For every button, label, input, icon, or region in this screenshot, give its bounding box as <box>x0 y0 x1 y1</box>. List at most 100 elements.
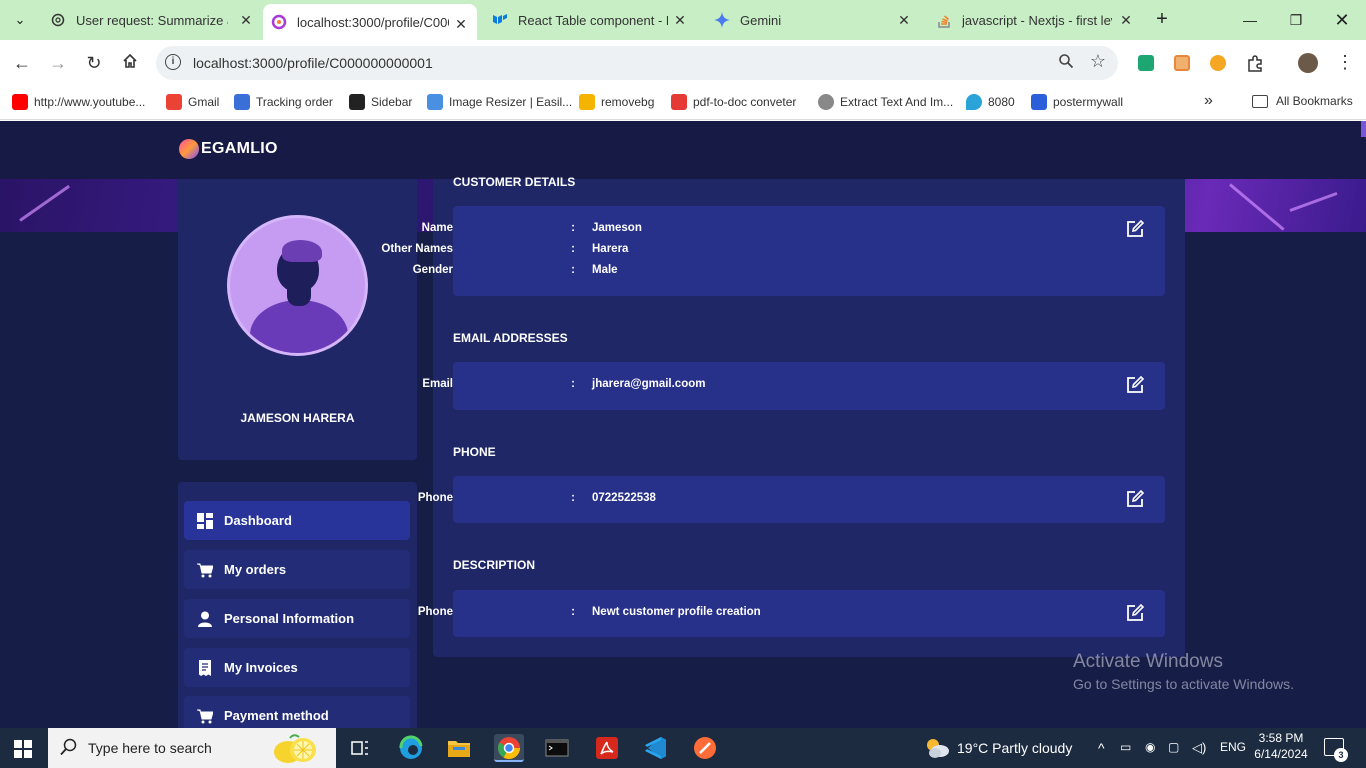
sidebar-item-dashboard[interactable]: Dashboard <box>184 501 410 540</box>
taskbar-search[interactable]: Type here to search <box>48 728 336 768</box>
bookmark-star-icon[interactable]: ☆ <box>1090 51 1106 72</box>
section-title-customer: CUSTOMER DETAILS <box>453 175 576 189</box>
sidebar-item-personal-information[interactable]: Personal Information <box>184 599 410 638</box>
reload-button[interactable]: ↻ <box>82 51 106 75</box>
brand-logo[interactable]: EGAMLIO <box>179 139 278 159</box>
chrome-taskbar-icon[interactable] <box>494 734 524 762</box>
restore-button[interactable]: ❐ <box>1284 8 1308 32</box>
tab-gemini[interactable]: Gemini ✕ <box>704 0 920 40</box>
sidebar-item-payment-method[interactable]: Payment method <box>184 696 410 728</box>
chrome-icon <box>818 94 834 110</box>
close-icon[interactable]: ✕ <box>672 12 688 28</box>
close-icon[interactable]: ✕ <box>896 12 912 28</box>
bookmark-pdf[interactable]: pdf-to-doc conveter <box>671 94 796 110</box>
chevron-double-right-icon[interactable]: » <box>1204 92 1213 110</box>
bookmark-extract-text[interactable]: Extract Text And Im... <box>818 94 953 110</box>
browser-tab-strip: ⌄ User request: Summarize ab ✕ localhost… <box>0 0 1366 40</box>
edit-icon[interactable] <box>1125 489 1145 509</box>
bookmark-removebg[interactable]: removebg <box>579 94 654 110</box>
tab-title: React Table component - Ma <box>518 12 668 28</box>
terminal-icon[interactable] <box>542 734 572 762</box>
postman-icon[interactable] <box>690 734 720 762</box>
logo-icon <box>179 139 199 159</box>
more-menu-icon[interactable]: ⋮ <box>1336 52 1354 73</box>
sidebar-item-my-orders[interactable]: My orders <box>184 550 410 589</box>
profile-name: JAMESON HARERA <box>240 411 355 425</box>
section-title-email: EMAIL ADDRESSES <box>453 331 568 345</box>
bookmark-sidebar[interactable]: Sidebar <box>349 94 412 110</box>
url-text[interactable]: localhost:3000/profile/C000000000001 <box>193 55 433 71</box>
speaker-icon[interactable]: ◁) <box>1192 740 1206 756</box>
chatgpt-icon <box>50 12 66 28</box>
edge-icon[interactable] <box>396 734 426 762</box>
tab-search-button[interactable]: ⌄ <box>8 8 32 32</box>
customer-details-box: Name: Jameson Other Names: Harera Gender: M… <box>381 206 1165 296</box>
new-tab-button[interactable]: + <box>1150 8 1174 32</box>
home-button[interactable] <box>118 51 142 75</box>
cart-icon <box>197 562 213 578</box>
bookmark-postermywall[interactable]: postermywall <box>1031 94 1123 110</box>
close-icon[interactable]: ✕ <box>453 16 469 32</box>
language-indicator[interactable]: ENG <box>1220 740 1246 754</box>
search-icon <box>60 738 78 761</box>
close-window-button[interactable]: ✕ <box>1330 8 1354 32</box>
tab-react-table[interactable]: React Table component - Ma ✕ <box>480 0 696 40</box>
minimize-button[interactable]: — <box>1238 8 1262 32</box>
description-box: Phone: Newt customer profile creation <box>418 590 1165 637</box>
task-view-icon[interactable] <box>345 734 375 762</box>
scrollbar[interactable] <box>1361 121 1366 137</box>
battery-icon[interactable]: ▭ <box>1120 740 1131 754</box>
forward-button[interactable]: → <box>46 51 70 75</box>
sidebar-item-my-invoices[interactable]: My Invoices <box>184 648 410 687</box>
lemon-icon <box>274 734 316 763</box>
invoice-icon <box>197 659 213 676</box>
bookmark-image-resizer[interactable]: Image Resizer | Easil... <box>427 94 572 110</box>
close-icon[interactable]: ✕ <box>238 12 254 28</box>
tab-chatgpt[interactable]: User request: Summarize ab ✕ <box>40 0 262 40</box>
extension-icon[interactable] <box>1138 55 1154 71</box>
back-button[interactable]: ← <box>10 51 34 75</box>
puzzle-icon[interactable] <box>1246 55 1262 72</box>
zoom-icon[interactable] <box>1058 53 1074 74</box>
edit-icon[interactable] <box>1125 603 1145 623</box>
notification-badge: 3 <box>1334 748 1348 762</box>
tab-title: javascript - Nextjs - first leve <box>962 12 1112 28</box>
postermywall-icon <box>1031 94 1047 110</box>
acrobat-icon[interactable] <box>592 734 622 762</box>
bookmark-youtube[interactable]: http://www.youtube... <box>12 94 145 110</box>
removebg-icon <box>579 94 595 110</box>
address-bar[interactable]: i localhost:3000/profile/C000000000001 ☆ <box>156 46 1118 80</box>
edit-icon[interactable] <box>1125 219 1145 239</box>
close-icon[interactable]: ✕ <box>1118 12 1134 28</box>
email-box: Email: jharera@gmail.coom <box>422 362 1165 410</box>
vscode-icon[interactable] <box>640 734 670 762</box>
weather-icon[interactable] <box>924 736 950 760</box>
tab-title: localhost:3000/profile/C0000 <box>297 14 449 30</box>
bookmark-tracking[interactable]: Tracking order <box>234 94 333 110</box>
weather-text[interactable]: 19°C Partly cloudy <box>957 740 1072 756</box>
camera-icon[interactable]: ◉ <box>1145 740 1155 754</box>
tracking-icon <box>234 94 250 110</box>
bookmark-gmail[interactable]: Gmail <box>166 94 219 110</box>
image-resizer-icon <box>427 94 443 110</box>
phone-box: Phone:0722522538 <box>418 476 1165 523</box>
windows-start-icon[interactable] <box>14 740 32 758</box>
clock[interactable]: 3:58 PM 6/14/2024 <box>1254 731 1308 761</box>
bookmark-8080[interactable]: 8080 <box>966 94 1015 110</box>
edit-icon[interactable] <box>1125 375 1145 395</box>
site-info-icon[interactable]: i <box>165 54 181 70</box>
drop-icon <box>966 94 982 110</box>
tab-stackoverflow[interactable]: javascript - Nextjs - first leve ✕ <box>926 0 1142 40</box>
chevron-up-icon[interactable]: ^ <box>1098 740 1105 756</box>
mui-icon <box>492 12 508 28</box>
tab-profile[interactable]: localhost:3000/profile/C0000 ✕ <box>263 4 477 40</box>
network-icon[interactable]: ▢ <box>1168 740 1179 754</box>
sidebar-bookmark-icon <box>349 94 365 110</box>
section-title-description: DESCRIPTION <box>453 558 536 572</box>
all-bookmarks[interactable]: All Bookmarks <box>1252 94 1353 108</box>
dashboard-icon <box>197 512 213 529</box>
avatar[interactable] <box>1298 53 1318 73</box>
file-explorer-icon[interactable] <box>444 734 474 762</box>
extension-icon[interactable] <box>1210 55 1226 71</box>
extension-icon[interactable] <box>1174 55 1190 71</box>
